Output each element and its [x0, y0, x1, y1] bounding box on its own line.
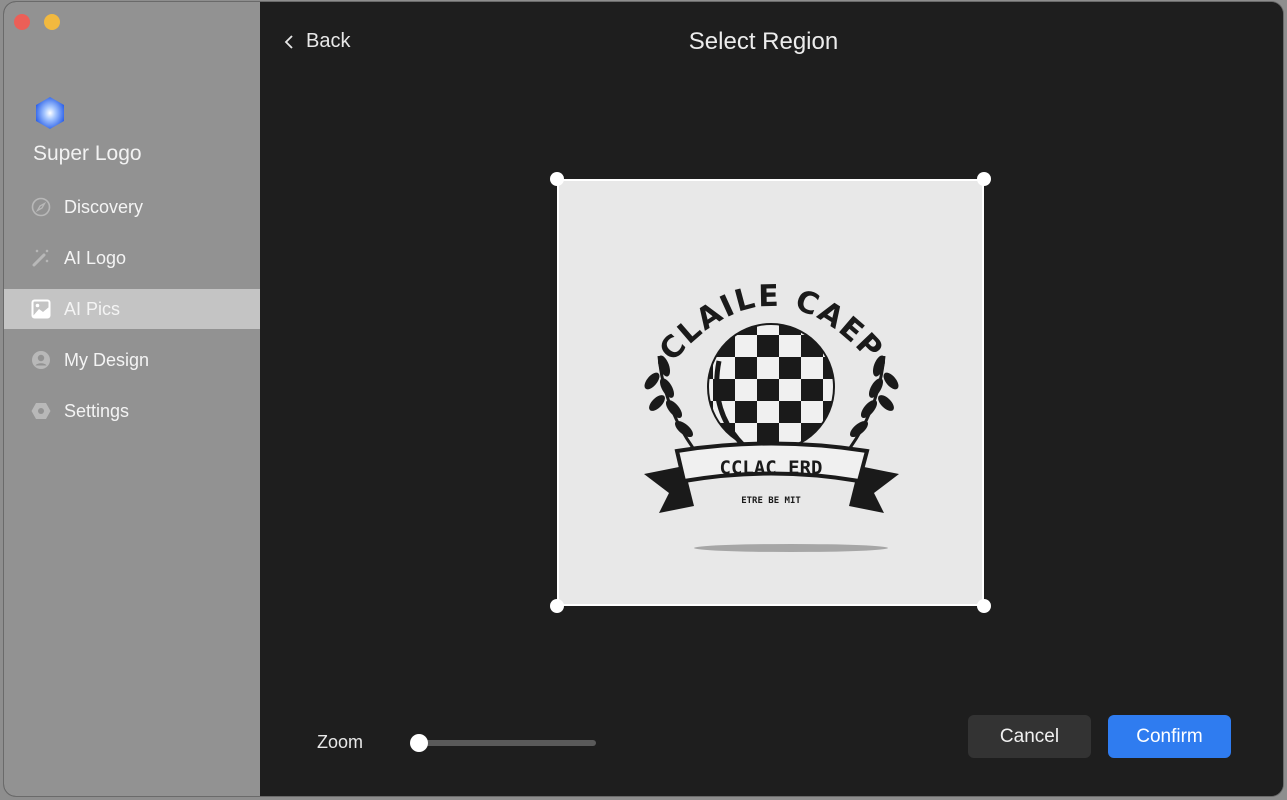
app-window: Super Logo Discovery AI Logo AI Pics My …: [4, 2, 1283, 796]
logo-image: CLAILE CAEP CCLAC ERD ETRE BE MIT: [644, 279, 899, 552]
sidebar-item-settings[interactable]: Settings: [4, 391, 260, 431]
sidebar-item-label: Discovery: [64, 196, 144, 217]
crop-handle-top-right[interactable]: [977, 172, 991, 186]
sidebar: Super Logo Discovery AI Logo AI Pics My …: [4, 2, 260, 796]
sidebar-item-ai-logo[interactable]: AI Logo: [4, 238, 260, 278]
gear-hexagon-icon: [31, 401, 51, 421]
page-title: Select Region: [688, 28, 839, 55]
zoom-slider-track[interactable]: [416, 740, 596, 746]
crop-handle-top-left[interactable]: [550, 172, 564, 186]
sidebar-item-label: Settings: [64, 400, 130, 421]
sidebar-item-my-design[interactable]: My Design: [4, 340, 260, 380]
close-window-button[interactable]: [14, 14, 30, 30]
crop-handle-bottom-left[interactable]: [550, 599, 564, 613]
window-controls: [14, 14, 60, 30]
logo-banner-text: CCLAC ERD: [720, 457, 823, 479]
minimize-window-button[interactable]: [44, 14, 60, 30]
compass-icon: [31, 197, 51, 217]
magic-wand-icon: [31, 248, 51, 268]
crop-handle-bottom-right[interactable]: [977, 599, 991, 613]
zoom-slider[interactable]: [410, 731, 596, 755]
hexagon-orb-icon: [36, 97, 64, 129]
sidebar-item-ai-pics[interactable]: AI Pics: [4, 289, 260, 329]
sidebar-nav: Discovery AI Logo AI Pics My Design Sett…: [4, 187, 260, 442]
confirm-button[interactable]: Confirm: [1108, 715, 1231, 758]
app-name: Super Logo: [33, 142, 142, 165]
zoom-label: Zoom: [317, 732, 364, 752]
zoom-slider-thumb[interactable]: [410, 734, 428, 752]
cancel-button[interactable]: Cancel: [968, 715, 1091, 758]
crop-region[interactable]: CLAILE CAEP CCLAC ERD ETRE BE MIT: [550, 172, 991, 613]
sidebar-item-discovery[interactable]: Discovery: [4, 187, 260, 227]
main-panel: Back Select Region CLAILE CAEP CCLAC ERD…: [260, 2, 1283, 796]
person-circle-icon: [31, 350, 51, 370]
sidebar-item-label: AI Logo: [64, 247, 127, 268]
logo-small-text: ETRE BE MIT: [741, 496, 801, 506]
sidebar-item-label: AI Pics: [64, 298, 121, 319]
sidebar-item-label: My Design: [64, 349, 150, 370]
image-icon: [31, 299, 51, 319]
